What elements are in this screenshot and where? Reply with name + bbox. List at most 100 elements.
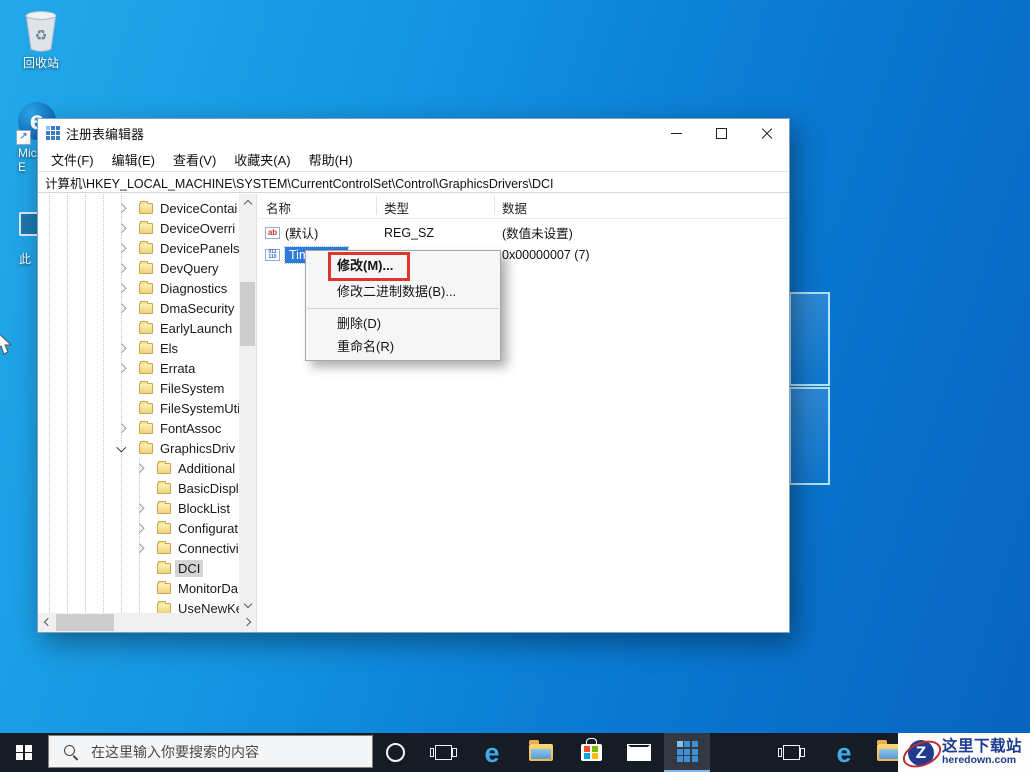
- tree-item-configurat[interactable]: Configurat: [38, 518, 239, 538]
- chevron-right-icon[interactable]: [132, 523, 146, 533]
- context-menu: 修改(M)... 修改二进制数据(B)... 删除(D) 重命名(R): [305, 250, 501, 361]
- recycle-bin-icon: ♻: [25, 11, 57, 52]
- chevron-right-icon[interactable]: [132, 503, 146, 513]
- tree-vertical-scrollbar[interactable]: [239, 194, 256, 613]
- edge-taskbar-button[interactable]: e: [472, 733, 512, 772]
- folder-icon: [157, 460, 171, 474]
- chevron-right-icon[interactable]: [114, 363, 128, 373]
- tree-item-filesystemuti[interactable]: FileSystemUti: [38, 398, 239, 418]
- column-type[interactable]: 类型: [384, 198, 409, 217]
- regedit-taskbar-button-active[interactable]: [664, 733, 710, 772]
- scroll-down-icon[interactable]: [239, 597, 256, 613]
- recycle-bin-label: 回收站: [22, 56, 59, 70]
- chevron-right-icon[interactable]: [114, 303, 128, 313]
- task-view-icon: [777, 745, 805, 760]
- menu-view[interactable]: 查看(V): [164, 147, 225, 172]
- mail-button[interactable]: [618, 733, 660, 772]
- maximize-button[interactable]: [699, 119, 744, 147]
- chevron-right-icon[interactable]: [114, 263, 128, 273]
- file-explorer-button[interactable]: [520, 733, 562, 772]
- registry-tree-panel: DeviceContai DeviceOverri DevicePanels D…: [38, 194, 257, 632]
- scroll-left-icon[interactable]: [38, 614, 55, 630]
- folder-icon: [139, 200, 153, 214]
- folder-icon: [157, 480, 171, 494]
- tree-item-deviceoverri[interactable]: DeviceOverri: [38, 218, 239, 238]
- chevron-right-icon[interactable]: [114, 343, 128, 353]
- scroll-right-icon[interactable]: [239, 614, 256, 630]
- tree-item-connectivi[interactable]: Connectivi: [38, 538, 239, 558]
- windows-logo-pane-top: [789, 292, 830, 386]
- tree-item-devicepanels[interactable]: DevicePanels: [38, 238, 239, 258]
- menu-item-rename[interactable]: 重命名(R): [306, 335, 500, 358]
- menu-separator: [307, 308, 499, 309]
- folder-icon: [139, 240, 153, 254]
- taskbar-search[interactable]: [48, 735, 373, 768]
- title-bar: 注册表编辑器: [38, 119, 789, 147]
- scrollbar-thumb[interactable]: [56, 614, 114, 631]
- string-value-icon: ab: [265, 226, 280, 239]
- search-input[interactable]: [89, 742, 343, 761]
- tree-item-usenewke[interactable]: UseNewKe: [38, 598, 239, 613]
- menu-item-modify-binary[interactable]: 修改二进制数据(B)...: [306, 279, 500, 305]
- close-button[interactable]: [744, 119, 789, 147]
- menu-item-delete[interactable]: 删除(D): [306, 312, 500, 335]
- folder-icon: [139, 440, 153, 454]
- scrollbar-thumb[interactable]: [240, 282, 255, 346]
- chevron-right-icon[interactable]: [114, 283, 128, 293]
- chevron-right-icon[interactable]: [132, 543, 146, 553]
- column-name[interactable]: 名称: [266, 198, 291, 217]
- folder-icon: [157, 540, 171, 554]
- folder-icon: [139, 360, 153, 374]
- menu-bar: 文件(F) 编辑(E) 查看(V) 收藏夹(A) 帮助(H): [38, 147, 789, 171]
- menu-favorites[interactable]: 收藏夹(A): [225, 147, 299, 172]
- minimize-button[interactable]: [654, 119, 699, 147]
- menu-file[interactable]: 文件(F): [42, 147, 103, 172]
- tree-item-earlylaunch[interactable]: EarlyLaunch: [38, 318, 239, 338]
- store-button[interactable]: [570, 733, 612, 772]
- desktop: ♻ 回收站 e ↗ Mic E 此 注册表编辑器 文件(F): [0, 0, 1030, 772]
- tree-item-basicdispl[interactable]: BasicDispl: [38, 478, 239, 498]
- chevron-right-icon[interactable]: [114, 203, 128, 213]
- chevron-right-icon[interactable]: [114, 243, 128, 253]
- tree-item-fontassoc[interactable]: FontAssoc: [38, 418, 239, 438]
- value-row-default[interactable]: ab (默认) REG_SZ (数值未设置): [258, 222, 789, 243]
- tree-horizontal-scrollbar[interactable]: [38, 613, 256, 632]
- tree-item-dmasecurity[interactable]: DmaSecurity: [38, 298, 239, 318]
- tree-item-devicecontai[interactable]: DeviceContai: [38, 198, 239, 218]
- tree-item-devquery[interactable]: DevQuery: [38, 258, 239, 278]
- chevron-right-icon[interactable]: [114, 423, 128, 433]
- folder-icon: [157, 500, 171, 514]
- folder-icon: [157, 560, 171, 574]
- task-view-button[interactable]: [424, 733, 462, 772]
- window-title: 注册表编辑器: [66, 126, 145, 142]
- cursor-arrow-icon: [0, 334, 13, 355]
- tree-item-additional[interactable]: Additional: [38, 458, 239, 478]
- column-data[interactable]: 数据: [502, 198, 527, 217]
- tree-item-els[interactable]: Els: [38, 338, 239, 358]
- tree-item-monitorda[interactable]: MonitorDa: [38, 578, 239, 598]
- task-view-button-right[interactable]: [772, 733, 810, 772]
- start-button[interactable]: [0, 733, 48, 772]
- tree-item-filesystem[interactable]: FileSystem: [38, 378, 239, 398]
- tree-item-dci-selected[interactable]: DCI: [38, 558, 239, 578]
- tree-item-errata[interactable]: Errata: [38, 358, 239, 378]
- tree-item-blocklist[interactable]: BlockList: [38, 498, 239, 518]
- cortana-icon: [385, 743, 405, 762]
- menu-edit[interactable]: 编辑(E): [103, 147, 164, 172]
- chevron-right-icon[interactable]: [114, 223, 128, 233]
- menu-help[interactable]: 帮助(H): [300, 147, 362, 172]
- cortana-button[interactable]: [376, 733, 414, 772]
- tree-item-diagnostics[interactable]: Diagnostics: [38, 278, 239, 298]
- windows-start-icon: [16, 744, 32, 761]
- tree-item-graphicsdrivers[interactable]: GraphicsDriv: [38, 438, 239, 458]
- edge-taskbar-button-right[interactable]: e: [824, 733, 864, 772]
- scroll-up-icon[interactable]: [239, 194, 256, 210]
- regedit-window: 注册表编辑器 文件(F) 编辑(E) 查看(V) 收藏夹(A) 帮助(H) 计算…: [37, 118, 790, 633]
- folder-icon: [139, 320, 153, 334]
- watermark-site-domain: heredown.com: [942, 754, 1017, 767]
- address-bar[interactable]: 计算机\HKEY_LOCAL_MACHINE\SYSTEM\CurrentCon…: [38, 171, 789, 193]
- chevron-right-icon[interactable]: [132, 463, 146, 473]
- recycle-bin-shortcut[interactable]: ♻ 回收站: [14, 8, 68, 71]
- chevron-down-icon[interactable]: [114, 442, 128, 452]
- folder-icon: [139, 420, 153, 434]
